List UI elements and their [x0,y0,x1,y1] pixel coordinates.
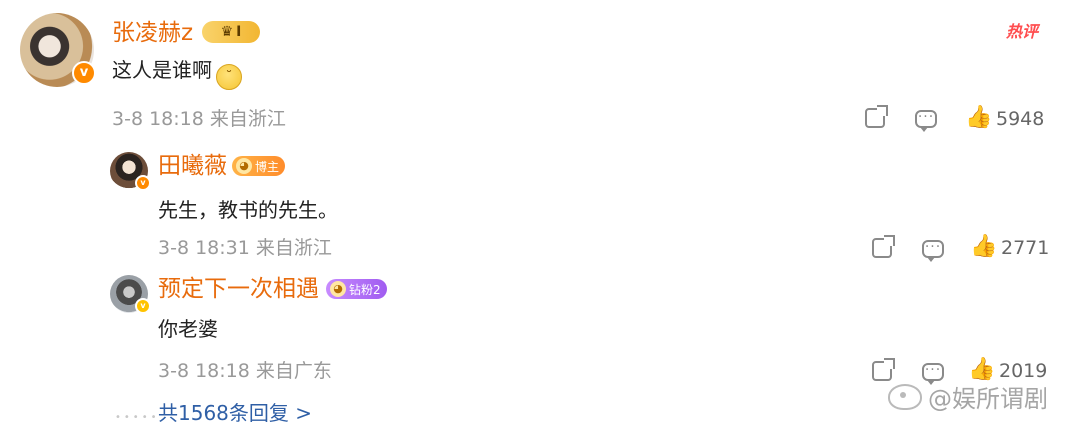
timestamp: 3-8 18:31 [158,237,250,259]
dog-badge-icon: ◕ [330,281,346,297]
fan-level-badge: ◕ 钻粉2 [326,279,387,299]
thread-line-dots: ••••• [115,412,160,423]
thumbs-up-icon[interactable]: 👍 [968,359,995,381]
location: 来自浙江 [255,237,332,259]
weibo-logo-icon [888,384,922,410]
username[interactable]: 张凌赫z [112,18,193,48]
comment-icon[interactable] [922,236,944,262]
avatar[interactable]: v [20,13,96,87]
crown-level-badge: ♛ I [202,21,260,43]
reply-meta: 3-8 18:31 来自浙江 [158,235,332,261]
comment-text: 这人是谁啊 ˘ [112,56,242,90]
view-more-replies-link[interactable]: 共1568条回复 > [158,400,312,426]
blogger-badge: ◕ 博主 [232,156,286,176]
rolling-eyes-emoji-icon: ˘ [216,64,242,90]
thumbs-up-icon[interactable]: 👍 [965,107,992,129]
comment-icon[interactable] [922,359,944,385]
like-count: 2019 [999,360,1048,382]
verified-badge-icon: v [135,175,151,191]
watermark: @娱所谓剧 [888,384,1048,414]
comment-icon[interactable] [915,106,937,132]
location: 来自广东 [255,360,332,382]
share-icon[interactable] [872,235,895,258]
username[interactable]: 预定下一次相遇 [158,274,319,304]
avatar[interactable]: v [110,275,151,314]
verified-badge-icon: v [72,61,96,85]
timestamp: 3-8 18:18 [112,108,204,130]
username[interactable]: 田曦薇 [158,151,227,181]
verified-badge-icon: v [135,298,151,314]
thumbs-up-icon[interactable]: 👍 [970,236,997,258]
reply-text: 你老婆 [158,317,218,341]
avatar[interactable]: v [110,152,151,191]
hot-comment-label: 热评 [1006,22,1039,41]
share-icon[interactable] [872,358,895,381]
dog-badge-icon: ◕ [236,158,252,174]
reply-meta: 3-8 18:18 来自广东 [158,358,332,384]
crown-icon: ♛ [220,24,234,40]
reply-text: 先生，教书的先生。 [158,198,338,222]
location: 来自浙江 [209,108,286,130]
comment-meta: 3-8 18:18 来自浙江 [112,106,286,132]
like-count: 5948 [996,108,1045,130]
share-icon[interactable] [865,105,888,128]
timestamp: 3-8 18:18 [158,360,250,382]
like-count: 2771 [1001,237,1050,259]
